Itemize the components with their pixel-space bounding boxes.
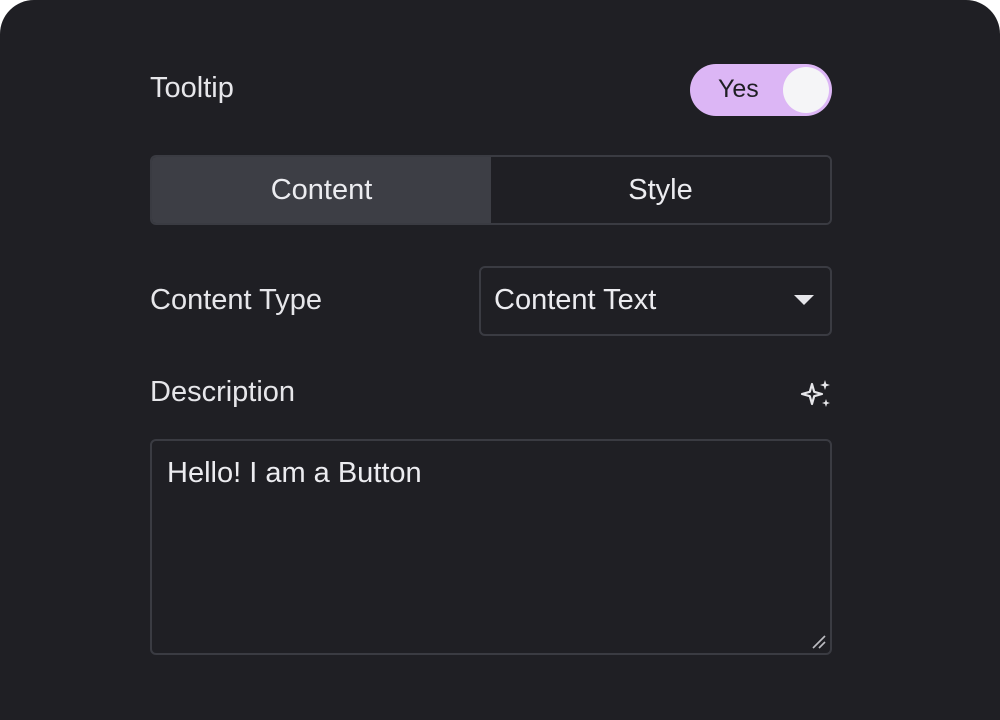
content-type-label: Content Type (150, 284, 322, 316)
description-value: Hello! I am a Button (167, 457, 422, 489)
content-type-row: Content Type Content Text (150, 266, 832, 336)
tooltip-row: Tooltip Yes (150, 64, 832, 116)
description-textarea[interactable]: Hello! I am a Button (150, 439, 832, 655)
toggle-knob (783, 67, 829, 113)
tooltip-toggle[interactable]: Yes (690, 64, 832, 116)
toggle-text: Yes (718, 75, 759, 103)
tab-content[interactable]: Content (152, 157, 491, 223)
resize-handle-icon[interactable] (810, 633, 826, 649)
description-row: Description (150, 376, 832, 416)
tooltip-label: Tooltip (150, 72, 234, 104)
caret-down-icon (794, 295, 814, 305)
content-type-value: Content Text (494, 284, 657, 316)
content-type-select[interactable]: Content Text (479, 266, 832, 336)
tab-style[interactable]: Style (491, 157, 830, 223)
sparkle-icon[interactable] (800, 378, 832, 410)
description-label: Description (150, 376, 296, 408)
tabs: Content Style (150, 155, 832, 225)
tooltip-settings-panel: Tooltip Yes Content Style Content Type C… (0, 0, 1000, 720)
